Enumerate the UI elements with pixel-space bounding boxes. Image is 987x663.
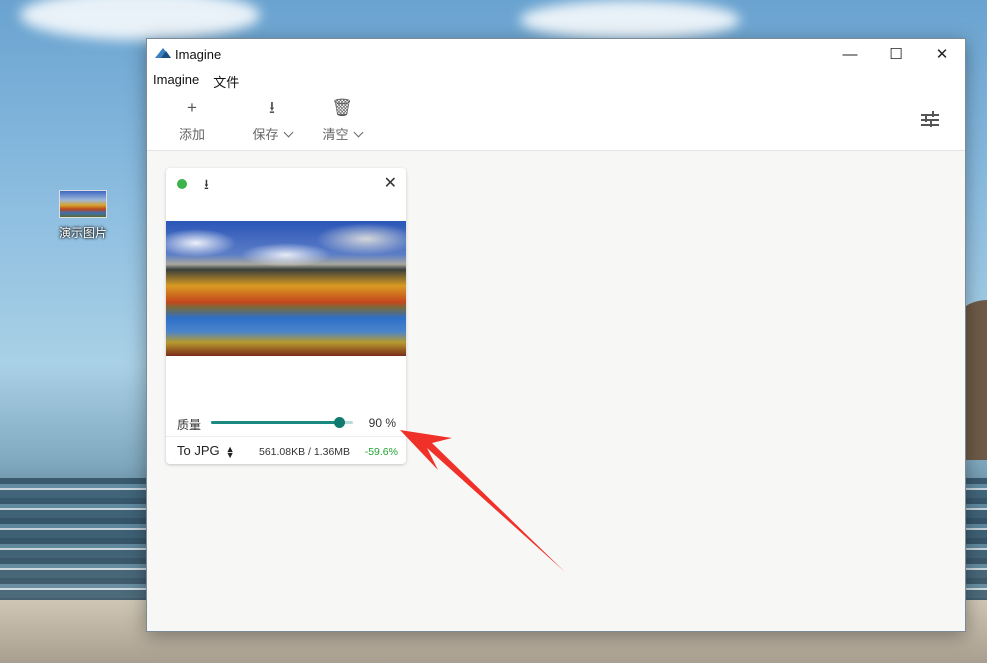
close-icon[interactable]: ✕ xyxy=(384,173,397,193)
plus-icon: + xyxy=(187,98,197,117)
window-title: Imagine xyxy=(175,47,222,62)
maximize-button[interactable]: ☐ xyxy=(873,39,919,69)
trash-icon: 🗑 xyxy=(331,98,353,117)
image-thumbnail-icon xyxy=(59,190,107,218)
chevron-down-icon xyxy=(353,127,363,138)
save-button[interactable]: ⭳ 保存 xyxy=(247,97,297,147)
desktop-icon-label: 演示图片 xyxy=(58,226,107,240)
add-button[interactable]: + 添加 xyxy=(177,97,207,147)
settings-sliders-icon[interactable] xyxy=(921,111,939,129)
format-value: To JPG xyxy=(177,443,220,458)
quality-slider[interactable] xyxy=(211,417,353,428)
quality-slider-thumb[interactable] xyxy=(333,417,345,428)
save-label: 保存 xyxy=(252,127,279,142)
quality-label: 质量 xyxy=(177,418,202,432)
format-select[interactable]: To JPG ▲ ▼ xyxy=(177,443,235,460)
clear-button[interactable]: 🗑 清空 xyxy=(317,97,367,147)
menu-item-imagine[interactable]: Imagine xyxy=(153,72,199,91)
image-list-area: ⭳ ✕ 质量 90 % To JPG ▲ ▼ 561.08KB / 1.36MB -… xyxy=(147,151,965,631)
sky-cloud xyxy=(520,0,740,40)
sky-cloud xyxy=(20,0,260,40)
file-size: 561.08KB / 1.36MB xyxy=(259,446,351,458)
chevron-down-icon xyxy=(283,127,293,138)
download-icon[interactable]: ⭳ xyxy=(204,174,209,198)
close-button[interactable]: ✕ xyxy=(919,39,965,69)
add-label: 添加 xyxy=(178,127,205,142)
size-reduction: -59.6% xyxy=(364,446,398,458)
menu-item-file[interactable]: 文件 xyxy=(213,72,239,91)
download-icon: ⭳ xyxy=(269,98,275,117)
toolbar: + 添加 ⭳ 保存 🗑 清空 xyxy=(147,97,965,151)
menu-bar: Imagine 文件 xyxy=(153,72,239,91)
quality-value: 90 % xyxy=(368,416,396,430)
desktop-image-icon[interactable]: 演示图片 xyxy=(52,190,114,241)
app-window: Imagine — ☐ ✕ Imagine 文件 + 添加 ⭳ 保存 🗑 清空 … xyxy=(146,38,966,632)
quality-control: 质量 90 % xyxy=(177,414,396,432)
title-bar[interactable]: Imagine — ☐ ✕ xyxy=(147,39,965,69)
card-divider xyxy=(166,436,406,437)
image-preview xyxy=(166,221,406,356)
card-footer: To JPG ▲ ▼ 561.08KB / 1.36MB -59.6% xyxy=(177,442,398,460)
status-indicator xyxy=(177,179,187,189)
image-card: ⭳ ✕ 质量 90 % To JPG ▲ ▼ 561.08KB / 1.36MB -… xyxy=(166,168,406,464)
minimize-button[interactable]: — xyxy=(827,39,873,69)
clear-label: 清空 xyxy=(322,127,349,142)
quality-slider-fill xyxy=(211,421,339,424)
app-logo-icon xyxy=(155,48,171,58)
sort-arrows-icon: ▲ ▼ xyxy=(225,443,235,460)
